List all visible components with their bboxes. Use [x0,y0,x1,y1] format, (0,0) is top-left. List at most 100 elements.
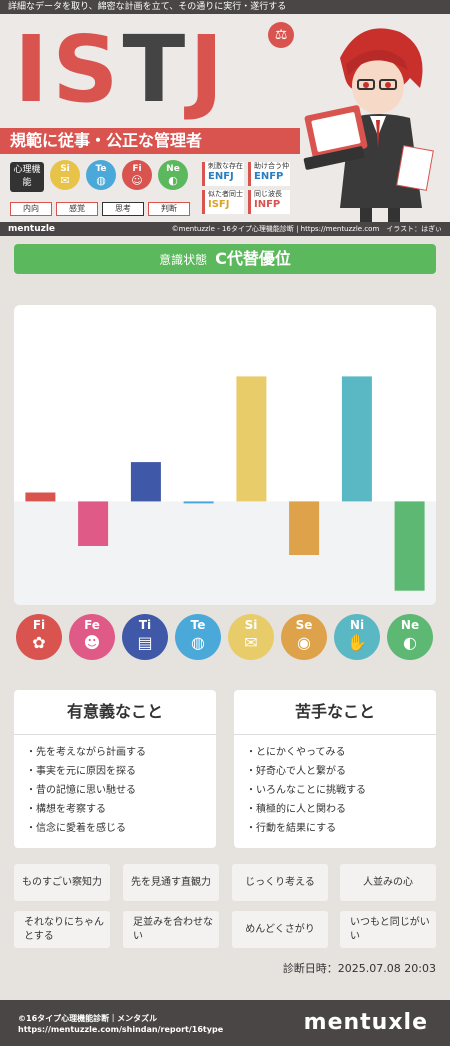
relation-type: INFP [254,199,281,210]
book-icon: ▤ [137,633,153,652]
mini-function-name: Si [60,164,70,174]
meaningful-title: 有意義なこと [14,690,216,735]
function-chart [14,305,436,605]
envelope-icon: ✉ [244,633,258,652]
person-icon: ☺ [131,174,143,187]
relation-type: ISFJ [208,199,230,210]
function-icon-fi: Fi ✿ [16,614,62,660]
meaningful-card: 有意義なこと ・先を考えながら計画する ・事実を元に原因を探る ・昔の記憶に思い… [14,690,216,848]
bar-ni [341,376,372,502]
people-icon: ☻ [83,633,101,652]
consciousness-state-bar: 意識状態 C代替優位 [14,244,436,274]
attribute-thinking: 思考 [102,202,144,216]
credit-bar: mentuzle ©mentuzzle - 16タイプ心理機能診断 | http… [0,222,450,236]
camera-icon: ◉ [297,633,311,652]
mini-function-te: Te ◍ [86,160,116,190]
function-name: Ti [138,618,152,632]
trait-tag: 足並みを合わせない [123,911,219,948]
weak-card: 苦手なこと ・とにかくやってみる ・好奇心で人と繋がる ・いろんなことに挑戦する… [234,690,436,848]
type-letter: T [122,16,190,123]
negative-region [14,501,436,605]
diagnosis-date: 診断日時：2025.07.08 20:03 [282,962,436,975]
character-illustration [303,28,434,222]
mini-function-name: Ne [166,164,180,174]
relation-label: 刺激な存在 [208,162,243,170]
function-name: Se [295,618,313,632]
type-letter: S [52,16,123,123]
tagline: 詳細なデータを取り、綿密な計画を立て、その通りに実行・遂行する [0,0,450,14]
type-letter: J [189,16,228,123]
globe-icon: ◍ [191,633,205,652]
trait-tag: ものすごい察知力 [14,864,110,901]
trait-tag: 先を見通す直観力 [123,864,219,901]
state-label: 意識状態 [159,253,208,267]
list-item: ・行動を結果にする [246,823,337,834]
footer: ©16タイプ心理機能診断｜メンタズル https://mentuzzle.com… [0,1000,450,1046]
list-item: ・事実を元に原因を探る [26,766,136,777]
function-icon-si: Si ✉ [228,614,274,660]
list-item: ・いろんなことに挑戦する [246,785,366,796]
attribute-introvert: 内向 [10,202,52,216]
type-letter: I [14,16,53,123]
credit-text: ©mentuzzle - 16タイプ心理機能診断 | https://mentu… [171,225,442,233]
relation-card: 助け合う仲 ENFP [248,162,290,186]
weak-title: 苦手なこと [234,690,436,735]
bar-te [183,501,214,504]
list-item: ・構想を考察する [26,804,106,815]
relation-type: ENFJ [208,171,234,182]
state-value: C代替優位 [215,249,291,268]
bar-si [236,376,267,502]
function-name: Ne [400,618,420,632]
function-name: Fi [32,618,46,632]
relation-card: 似た者同士 ISFJ [202,190,244,214]
list-item: ・信念に愛着を感じる [26,823,126,834]
mini-function-si: Si ✉ [50,160,80,190]
bar-fi [25,492,56,502]
list-item: ・先を考えながら計画する [26,747,146,758]
bar-ne [394,501,425,591]
list-item: ・積極的に人と関わる [246,804,346,815]
footer-url[interactable]: https://mentuzzle.com/shindan/report/16t… [18,1025,223,1034]
meaningful-list: ・先を考えながら計画する ・事実を元に原因を探る ・昔の記憶に思い馳せる ・構想… [14,743,216,838]
function-icon-fe: Fe ☻ [69,614,115,660]
handshake-icon: ✋ [347,633,367,652]
function-icon-ni: Ni ✋ [334,614,380,660]
function-icon-ne: Ne ◐ [387,614,433,660]
globe-icon: ◍ [96,174,106,187]
list-item: ・好奇心で人と繋がる [246,766,346,777]
relation-label: 似た者同士 [208,190,243,198]
relation-card: 刺激な存在 ENFJ [202,162,244,186]
function-name: Te [190,618,206,632]
type-title: 規範に従事・公正な管理者 [0,128,300,154]
balance-scale-icon: ⚖ [268,22,294,48]
hero-banner: 詳細なデータを取り、綿密な計画を立て、その通りに実行・遂行する ISTJ ⚖ 規… [0,0,450,236]
planet-icon: ◐ [403,633,417,652]
mini-function-fi: Fi ☺ [122,160,152,190]
trait-tag: いつもと同じがいい [340,911,436,948]
bar-fe [78,501,109,546]
relation-label: 同じ波長 [254,190,282,198]
function-name: Fe [84,618,100,632]
trait-tag: それなりにちゃんとする [14,911,110,948]
trait-tag: じっくり考える [232,864,328,901]
mini-function-name: Te [95,164,107,174]
function-name: Si [244,618,258,632]
attribute-sensing: 感覚 [56,202,98,216]
function-icon-se: Se ◉ [281,614,327,660]
type-code: ISTJ [14,20,228,120]
attribute-judging: 判断 [148,202,190,216]
footer-logo[interactable]: mentuxle [304,1010,428,1035]
bar-ti [130,462,161,502]
bar-se [289,501,320,555]
function-icon-te: Te ◍ [175,614,221,660]
relation-type: ENFP [254,171,284,182]
mini-function-ne: Ne ◐ [158,160,188,190]
relation-card: 同じ波長 INFP [248,190,290,214]
credit-logo: mentuzle [8,224,56,234]
list-item: ・昔の記憶に思い馳せる [26,785,136,796]
planet-icon: ◐ [168,174,178,187]
list-item: ・とにかくやってみる [246,747,346,758]
function-label: 心理機能 [10,162,44,192]
person-child-icon: ✿ [32,633,46,652]
weak-list: ・とにかくやってみる ・好奇心で人と繋がる ・いろんなことに挑戦する ・積極的に… [234,743,436,838]
